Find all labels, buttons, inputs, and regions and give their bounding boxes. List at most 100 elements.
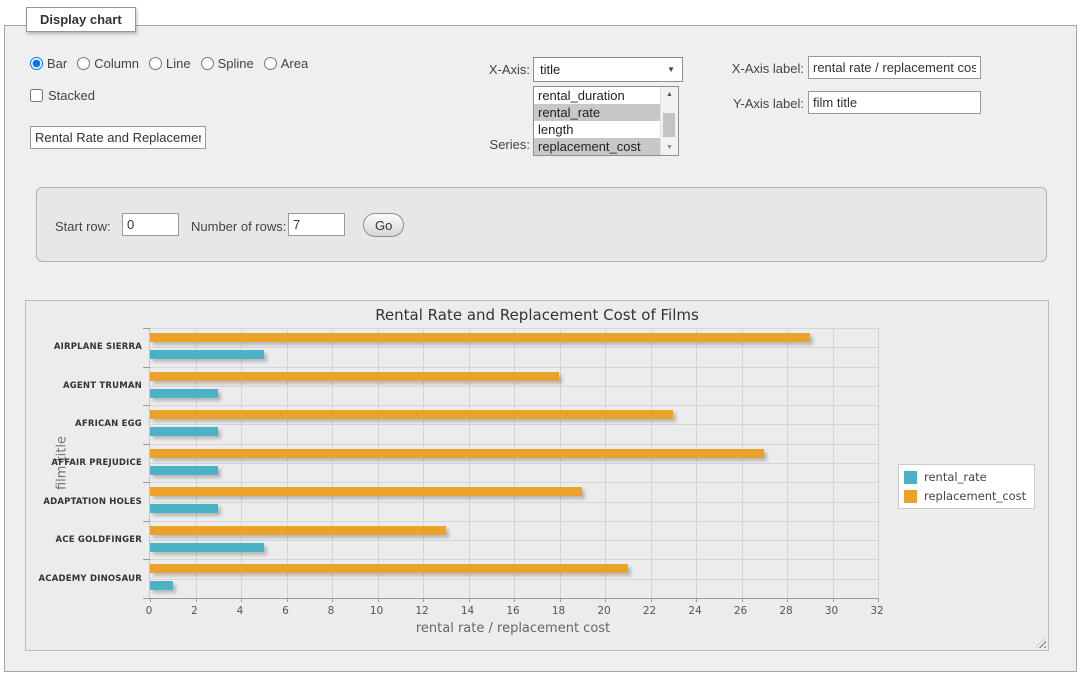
y-axis-category-label: AGENT TRUMAN: [32, 381, 142, 391]
bar-replacement_cost: [150, 372, 559, 381]
bar-rental_rate: [150, 427, 218, 436]
bar-rental_rate: [150, 543, 264, 552]
resize-handle-icon[interactable]: [1035, 637, 1046, 648]
stacked-checkbox[interactable]: [30, 89, 43, 102]
bar-replacement_cost: [150, 410, 673, 419]
y-axis-tick: [143, 521, 150, 522]
legend-label: replacement_cost: [924, 489, 1026, 503]
fieldset-legend: Display chart: [26, 7, 136, 32]
x-axis-tick: [196, 598, 197, 602]
number-of-rows-label: Number of rows:: [191, 219, 286, 234]
x-axis-tick-label: 4: [237, 605, 244, 617]
legend-swatch: [904, 490, 917, 503]
stacked-label: Stacked: [48, 88, 95, 103]
x-axis-tick: [378, 598, 379, 602]
x-axis-tick-label: 24: [688, 605, 701, 617]
number-of-rows-input[interactable]: [288, 213, 345, 236]
gridline-horizontal: [150, 559, 878, 560]
bar-replacement_cost: [150, 333, 810, 342]
bar-replacement_cost: [150, 564, 628, 573]
gridline-horizontal: [150, 444, 878, 445]
x-axis-tick: [651, 598, 652, 602]
x-axis-tick: [514, 598, 515, 602]
listbox-scrollbar[interactable]: ▲ ▼: [660, 87, 678, 155]
legend-swatch: [904, 471, 917, 484]
x-axis-tick: [878, 598, 879, 602]
gridline-horizontal: [150, 347, 878, 348]
y-axis-label-label: Y-Axis label:: [700, 96, 804, 111]
chart-x-axis-title: rental rate / replacement cost: [416, 621, 610, 636]
scrollbar-thumb[interactable]: [663, 113, 675, 137]
chart-type-radio-area[interactable]: Area: [264, 56, 308, 71]
chart-type-radio-line[interactable]: Line: [149, 56, 191, 71]
y-axis-category-label: AFFAIR PREJUDICE: [32, 458, 142, 468]
legend-label: rental_rate: [924, 470, 987, 484]
y-axis-tick: [143, 328, 150, 329]
gridline-horizontal: [150, 579, 878, 580]
chart-type-label: Line: [166, 56, 191, 71]
y-axis-tick: [143, 405, 150, 406]
start-row-label: Start row:: [55, 219, 117, 234]
gridline-horizontal: [150, 521, 878, 522]
chart-type-radio-bar[interactable]: Bar: [30, 56, 67, 71]
series-option[interactable]: replacement_cost: [534, 138, 661, 155]
chart-type-radio-spline[interactable]: Spline: [201, 56, 254, 71]
x-axis-tick-label: 28: [779, 605, 792, 617]
series-option[interactable]: rental_rate: [534, 104, 661, 121]
x-axis-tick: [787, 598, 788, 602]
radio-input-area[interactable]: [264, 57, 277, 70]
legend-entry: rental_rate: [904, 470, 1026, 484]
y-axis-category-label: ADAPTATION HOLES: [32, 497, 142, 507]
radio-input-column[interactable]: [77, 57, 90, 70]
series-listbox-label: Series:: [440, 137, 530, 152]
chart-type-label: Column: [94, 56, 139, 71]
start-row-input[interactable]: [122, 213, 179, 236]
series-option[interactable]: rental_duration: [534, 87, 661, 104]
gridline-horizontal: [150, 482, 878, 483]
y-axis-category-label: AIRPLANE SIERRA: [32, 342, 142, 352]
radio-input-bar[interactable]: [30, 57, 43, 70]
go-button[interactable]: Go: [363, 213, 404, 237]
x-axis-select-label: X-Axis:: [440, 62, 530, 77]
radio-input-line[interactable]: [149, 57, 162, 70]
chart-type-radio-group: Bar Column Line Spline Area: [30, 56, 308, 71]
x-axis-tick: [605, 598, 606, 602]
chart-type-radio-column[interactable]: Column: [77, 56, 139, 71]
gridline-horizontal: [150, 463, 878, 464]
radio-input-spline[interactable]: [201, 57, 214, 70]
series-listbox[interactable]: rental_durationrental_ratelengthreplacem…: [533, 86, 679, 156]
scroll-down-icon[interactable]: ▼: [661, 140, 678, 155]
legend-entry: replacement_cost: [904, 489, 1026, 503]
x-axis-tick-label: 6: [282, 605, 289, 617]
gridline-horizontal: [150, 328, 878, 329]
bar-replacement_cost: [150, 449, 764, 458]
scroll-up-icon[interactable]: ▲: [661, 87, 678, 102]
x-axis-label-input[interactable]: [808, 56, 981, 79]
x-axis-tick-label: 14: [461, 605, 474, 617]
x-axis-tick: [742, 598, 743, 602]
y-axis-category-label: ACADEMY DINOSAUR: [32, 574, 142, 584]
gridline-horizontal: [150, 540, 878, 541]
y-axis-category-label: AFRICAN EGG: [32, 419, 142, 429]
x-axis-tick: [241, 598, 242, 602]
gridline-horizontal: [150, 502, 878, 503]
y-axis-label-input[interactable]: [808, 91, 981, 114]
x-axis-tick-label: 26: [734, 605, 747, 617]
x-axis-tick-label: 2: [191, 605, 198, 617]
y-axis-tick: [143, 559, 150, 560]
chart-legend: rental_rate replacement_cost: [898, 464, 1035, 509]
x-axis-select[interactable]: title ▼: [533, 57, 683, 82]
x-axis-tick: [833, 598, 834, 602]
x-axis-tick-label: 12: [415, 605, 428, 617]
x-axis-tick: [332, 598, 333, 602]
gridline-horizontal: [150, 367, 878, 368]
stacked-checkbox-row[interactable]: Stacked: [30, 88, 95, 103]
y-axis-tick: [143, 598, 150, 599]
chart-container: Rental Rate and Replacement Cost of Film…: [25, 300, 1049, 651]
series-option[interactable]: length: [534, 121, 661, 138]
y-axis-tick: [143, 367, 150, 368]
y-axis-category-label: ACE GOLDFINGER: [32, 535, 142, 545]
chart-title-input[interactable]: [30, 126, 206, 149]
chart-type-label: Bar: [47, 56, 67, 71]
gridline-horizontal: [150, 386, 878, 387]
